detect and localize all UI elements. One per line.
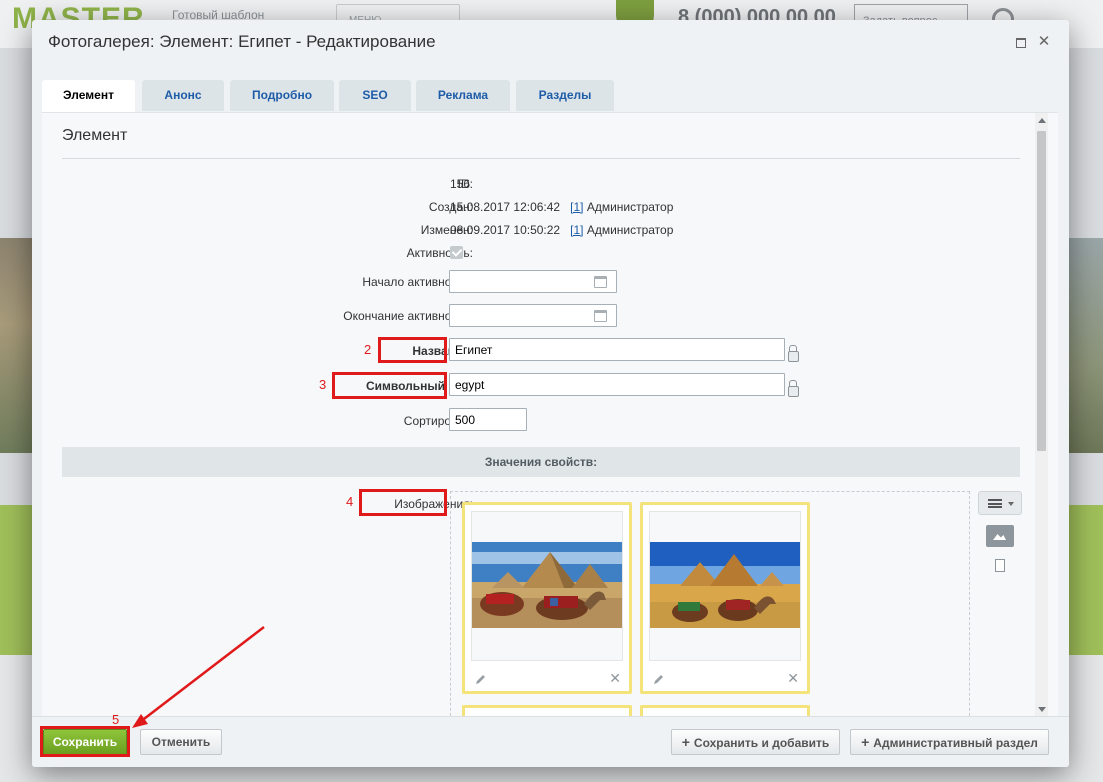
name-input[interactable] <box>449 338 785 361</box>
egypt-pyramids-photo-1[interactable] <box>472 542 622 628</box>
created-info: 15.08.2017 12:06:42 [1] Администратор <box>450 200 673 214</box>
annotation-box-4 <box>359 489 447 516</box>
tab-element[interactable]: Элемент <box>42 80 135 112</box>
active-to-input[interactable] <box>449 304 617 327</box>
sort-input[interactable] <box>449 408 527 431</box>
tab-sections[interactable]: Разделы <box>516 80 614 111</box>
pencil-icon[interactable] <box>653 673 665 685</box>
created-value: 15.08.2017 12:06:42 <box>450 200 561 214</box>
calendar-icon[interactable] <box>594 310 607 322</box>
divider <box>62 158 1020 159</box>
delete-icon[interactable]: ✕ <box>787 670 799 687</box>
code-input[interactable] <box>449 373 785 396</box>
dialog-footer: Сохранить Отменить + Сохранить и добавить… <box>32 712 1069 767</box>
delete-icon[interactable]: ✕ <box>609 670 621 687</box>
annotation-box-2 <box>378 337 447 363</box>
pencil-icon[interactable] <box>475 673 487 685</box>
close-icon[interactable]: ✕ <box>1036 34 1052 50</box>
created-user-link[interactable]: [1] <box>570 200 583 214</box>
annotation-number-2: 2 <box>364 342 372 357</box>
image-view-icon[interactable] <box>986 525 1014 547</box>
image-thumb[interactable]: ✕ <box>640 502 810 694</box>
image-thumb[interactable] <box>462 705 632 716</box>
view-menu-button[interactable] <box>978 491 1022 515</box>
save-and-add-button[interactable]: + Сохранить и добавить <box>671 729 840 755</box>
cancel-button[interactable]: Отменить <box>140 729 222 755</box>
properties-header: Значения свойств: <box>62 447 1020 477</box>
menu-bars-icon <box>988 499 1002 508</box>
chevron-down-icon <box>1008 502 1014 506</box>
file-view-icon[interactable] <box>995 559 1005 572</box>
egypt-pyramids-photo-2[interactable] <box>650 542 800 628</box>
content-panel: Элемент ID: 156 Создан: 15.08.2017 12:06… <box>42 112 1058 716</box>
link-lock-icon[interactable] <box>788 380 799 397</box>
annotation-number-4: 4 <box>346 494 354 509</box>
active-from-input[interactable] <box>449 270 617 293</box>
annotation-number-5: 5 <box>112 712 120 727</box>
annotation-box-5 <box>40 726 130 757</box>
id-value: 156 <box>450 177 471 191</box>
annotation-box-3 <box>332 372 447 399</box>
scroll-down-icon[interactable] <box>1038 707 1046 712</box>
admin-section-label: Административный раздел <box>873 736 1038 750</box>
tab-ads[interactable]: Реклама <box>416 80 510 111</box>
tab-announce[interactable]: Анонс <box>142 80 224 111</box>
tab-seo[interactable]: SEO <box>339 80 411 111</box>
edit-dialog: Фотогалерея: Элемент: Египет - Редактиро… <box>32 20 1069 767</box>
created-user: Администратор <box>586 200 674 214</box>
link-lock-icon[interactable] <box>788 345 799 362</box>
section-title: Элемент <box>62 127 128 144</box>
admin-section-button[interactable]: + Административный раздел <box>850 729 1049 755</box>
image-gallery: ✕ ✕ <box>450 491 970 716</box>
image-thumb[interactable]: ✕ <box>462 502 632 694</box>
scroll-thumb[interactable] <box>1037 131 1046 451</box>
modified-info: 08.09.2017 10:50:22 [1] Администратор <box>450 223 673 237</box>
tab-details[interactable]: Подробно <box>230 80 334 111</box>
modified-user: Администратор <box>586 223 674 237</box>
plus-icon: + <box>861 734 870 750</box>
background-band-right <box>1069 505 1103 655</box>
scroll-up-icon[interactable] <box>1038 118 1046 123</box>
calendar-icon[interactable] <box>594 276 607 288</box>
dialog-title: Фотогалерея: Элемент: Египет - Редактиро… <box>48 32 436 51</box>
content-scrollbar[interactable] <box>1035 113 1048 716</box>
background-photo-right <box>1069 238 1103 453</box>
annotation-number-3: 3 <box>319 377 327 392</box>
plus-icon: + <box>681 734 690 750</box>
image-frame <box>471 511 623 661</box>
maximize-icon[interactable] <box>1012 34 1028 50</box>
modified-value: 08.09.2017 10:50:22 <box>450 223 561 237</box>
active-checkbox[interactable] <box>450 246 463 259</box>
image-frame <box>649 511 801 661</box>
save-and-add-label: Сохранить и добавить <box>693 736 830 750</box>
modified-user-link[interactable]: [1] <box>570 223 583 237</box>
image-thumb[interactable] <box>640 705 810 716</box>
active-label: Активность: <box>406 246 473 260</box>
